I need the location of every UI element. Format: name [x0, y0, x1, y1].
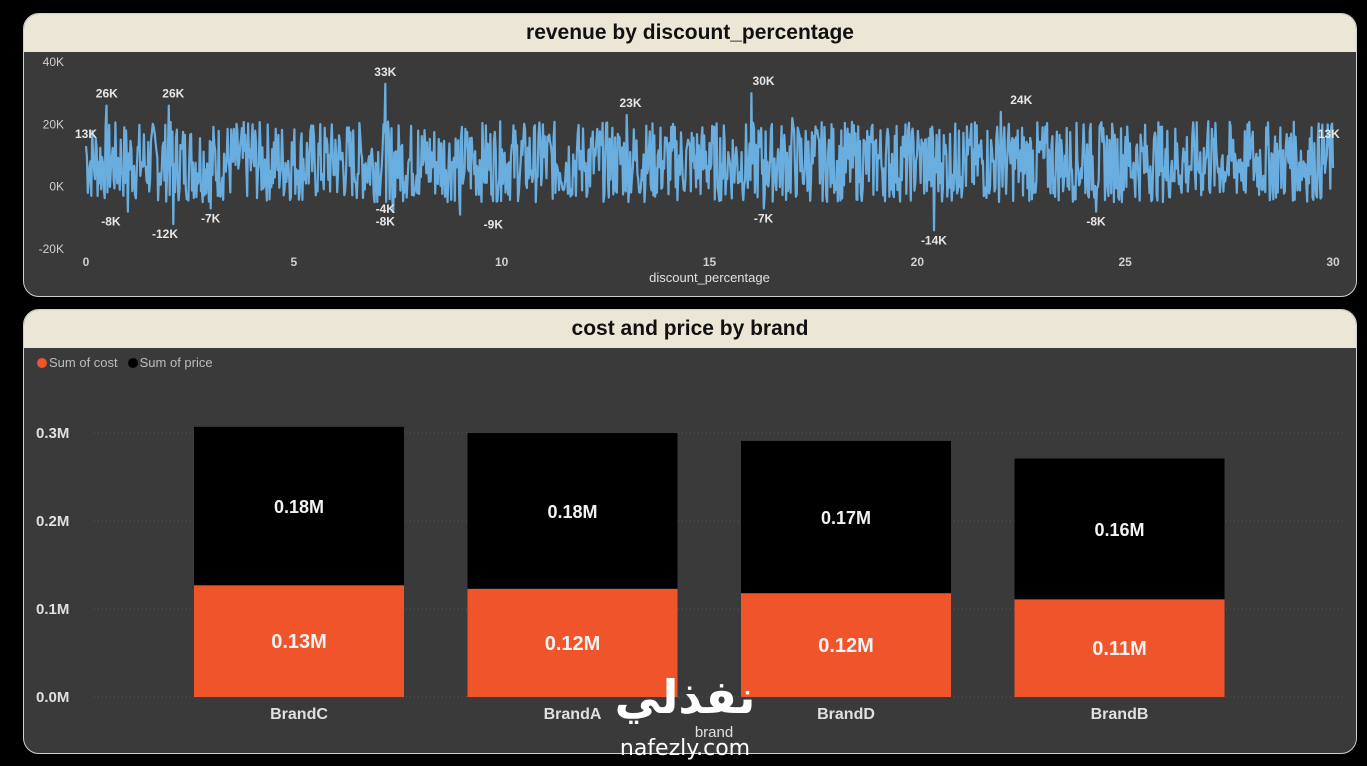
x-axis-title: discount_percentage — [649, 270, 770, 285]
data-label: 13K — [75, 127, 97, 141]
data-label: -14K — [921, 233, 947, 247]
data-label: 24K — [1010, 93, 1032, 107]
x-tick-label: BrandC — [270, 706, 328, 723]
data-label: 13K — [1318, 127, 1340, 141]
data-label: -8K — [376, 215, 396, 229]
y-tick-label: 0.0M — [36, 689, 69, 706]
x-tick-label: 10 — [495, 255, 509, 269]
data-label: 26K — [96, 87, 118, 101]
x-tick-label: BrandA — [544, 706, 602, 723]
data-label: -7K — [201, 211, 221, 225]
y-tick-label: 0K — [49, 180, 64, 194]
data-label: 30K — [753, 74, 775, 88]
cost-price-bar-chart: 0.3M 0.2M 0.1M 0.0M 0.13M 0.18M BrandC 0.12M 0.1… — [36, 425, 1344, 741]
data-label: 33K — [374, 65, 396, 79]
price-data-label: 0.18M — [274, 497, 324, 517]
x-tick-label: 20 — [911, 255, 925, 269]
data-label: 23K — [620, 96, 642, 110]
price-data-label: 0.16M — [1094, 520, 1144, 540]
data-label: -8K — [101, 215, 121, 229]
revenue-series-line — [84, 82, 1335, 232]
data-label: -7K — [754, 211, 774, 225]
x-tick-label: 5 — [290, 255, 297, 269]
data-label: -9K — [484, 218, 504, 232]
y-tick-label: 0.3M — [36, 425, 69, 442]
data-label: -12K — [152, 227, 178, 241]
price-data-label: 0.18M — [547, 502, 597, 522]
cost-data-label: 0.11M — [1092, 638, 1146, 660]
x-tick-label: BrandD — [817, 706, 875, 723]
cost-data-label: 0.12M — [818, 635, 874, 657]
x-tick-label: 15 — [703, 255, 717, 269]
data-label: 26K — [162, 87, 184, 101]
revenue-line-chart: 40K 20K 0K -20K 0 5 10 15 20 25 30 discount_percent… — [39, 55, 1341, 285]
y-tick-label: 20K — [43, 117, 64, 131]
x-tick-label: BrandB — [1091, 706, 1149, 723]
y-tick-label: 0.1M — [36, 601, 69, 618]
y-tick-label: 0.2M — [36, 513, 69, 530]
y-tick-label: 40K — [43, 55, 64, 69]
cost-data-label: 0.12M — [545, 633, 601, 655]
revenue-chart-panel: revenue by discount_percentage 40K 20K 0K -… — [23, 13, 1357, 297]
x-tick-label: 30 — [1326, 255, 1340, 269]
cost-price-chart-panel: cost and price by brand Sum of cost Sum … — [23, 309, 1357, 754]
price-data-label: 0.17M — [821, 508, 871, 528]
data-label: -8K — [1086, 215, 1106, 229]
x-tick-label: 0 — [83, 255, 90, 269]
x-axis-title: brand — [695, 724, 733, 741]
y-tick-label: -20K — [39, 242, 64, 256]
cost-data-label: 0.13M — [271, 631, 327, 653]
x-tick-label: 25 — [1118, 255, 1132, 269]
